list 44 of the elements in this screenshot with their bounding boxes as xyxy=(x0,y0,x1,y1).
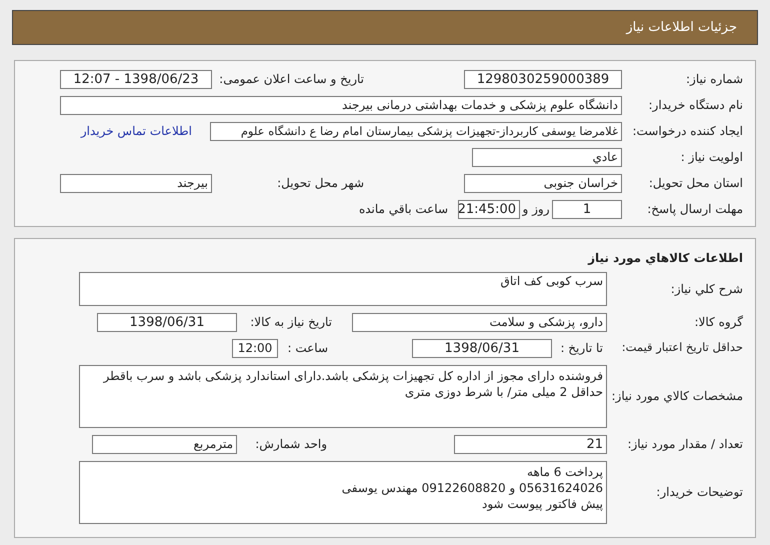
input-field[interactable]: 1 xyxy=(552,200,622,218)
input-field[interactable]: 12:00 xyxy=(232,338,278,358)
field-label: مشخصات کالاي مورد نیاز: xyxy=(610,388,744,405)
field-label: روز و xyxy=(521,201,550,218)
input-field[interactable]: دانشگاه علوم پزشکی و خدمات بهداشتی درمانی بیرجند xyxy=(60,96,622,114)
input-field[interactable]: 1298030259000389 xyxy=(464,70,622,88)
input-field[interactable]: 1398/06/31 xyxy=(412,338,552,358)
notes-line: 05631624026 و 09122608820 مهندس یوسفی xyxy=(340,480,603,496)
input-field[interactable]: سرب کوبی کف اتاق xyxy=(79,272,607,306)
field-label: مهلت ارسال پاسخ: xyxy=(646,201,744,218)
field-label: تاریخ نیاز به کالا: xyxy=(249,314,333,331)
field-label: ساعت باقي مانده xyxy=(358,201,448,218)
text-area[interactable]: فروشنده دارای مجوز از اداره کل تجهیزات پزشکی باشد.دارای استاندارد پزشکی باشد و سرب باقطر حداقل 2 میلی متر/ با شرط دوزی متری xyxy=(79,364,607,428)
input-field[interactable]: خراسان جنوبی xyxy=(464,174,622,192)
field-label: ساعت : xyxy=(286,340,329,357)
field-label: استان محل تحویل: xyxy=(648,175,744,192)
field-label: واحد شمارش: xyxy=(254,436,328,453)
input-field[interactable]: بیرجند xyxy=(60,174,212,192)
field-label: اولویت نیاز : xyxy=(680,149,744,166)
input-field[interactable]: 1398/06/31 xyxy=(97,312,237,332)
page-title: جزئیات اطلاعات نیاز xyxy=(626,18,737,37)
field-label: حداقل تاریخ اعتبار قیمت: xyxy=(620,339,744,356)
field-label: گروه کالا: xyxy=(694,314,744,331)
text-area[interactable]: پرداخت 6 ماهه 05631624026 و 09122608820 مهندس یوسفی پیش فاکتور پیوست شود xyxy=(79,460,607,524)
field-label: تعداد / مقدار مورد نیاز: xyxy=(626,436,744,453)
section-title: اطلاعات کالاهاي مورد نیاز xyxy=(588,250,744,267)
field-label: تاریخ و ساعت اعلان عمومی: xyxy=(218,71,365,88)
contact-link[interactable]: اطلاعات تماس خریدار xyxy=(80,122,192,140)
field-label: توضیحات خریدار: xyxy=(655,484,744,501)
input-field[interactable]: 21 xyxy=(454,434,607,454)
notes-line: پیش فاکتور پیوست شود xyxy=(480,496,603,512)
input-field[interactable]: 1398/06/23 - 12:07 xyxy=(60,70,212,88)
input-field[interactable]: دارو، پزشکی و سلامت xyxy=(352,312,607,332)
specs-text: فروشنده دارای مجوز از اداره کل تجهیزات پزشکی باشد.دارای استاندارد پزشکی باشد و سرب باقطر حداقل 2 میلی متر/ با شرط دوزی متری xyxy=(104,368,603,398)
notes-line: پرداخت 6 ماهه xyxy=(526,464,603,480)
field-label: نام دستگاه خریدار: xyxy=(648,97,744,114)
field-label: شرح کلي نیاز: xyxy=(670,281,744,298)
input-field[interactable]: عادي xyxy=(472,148,622,166)
field-label: ایجاد کننده درخواست: xyxy=(631,123,744,140)
field-label: شماره نیاز: xyxy=(685,71,744,88)
input-field[interactable]: غلامرضا یوسفی کاربرداز-تجهیزات پزشکی بیمارستان امام رضا ع دانشگاه علوم xyxy=(210,122,622,140)
input-field[interactable]: مترمربع xyxy=(92,434,237,454)
field-label: شهر محل تحویل: xyxy=(276,175,365,192)
field-label: تا تاریخ : xyxy=(559,340,604,357)
